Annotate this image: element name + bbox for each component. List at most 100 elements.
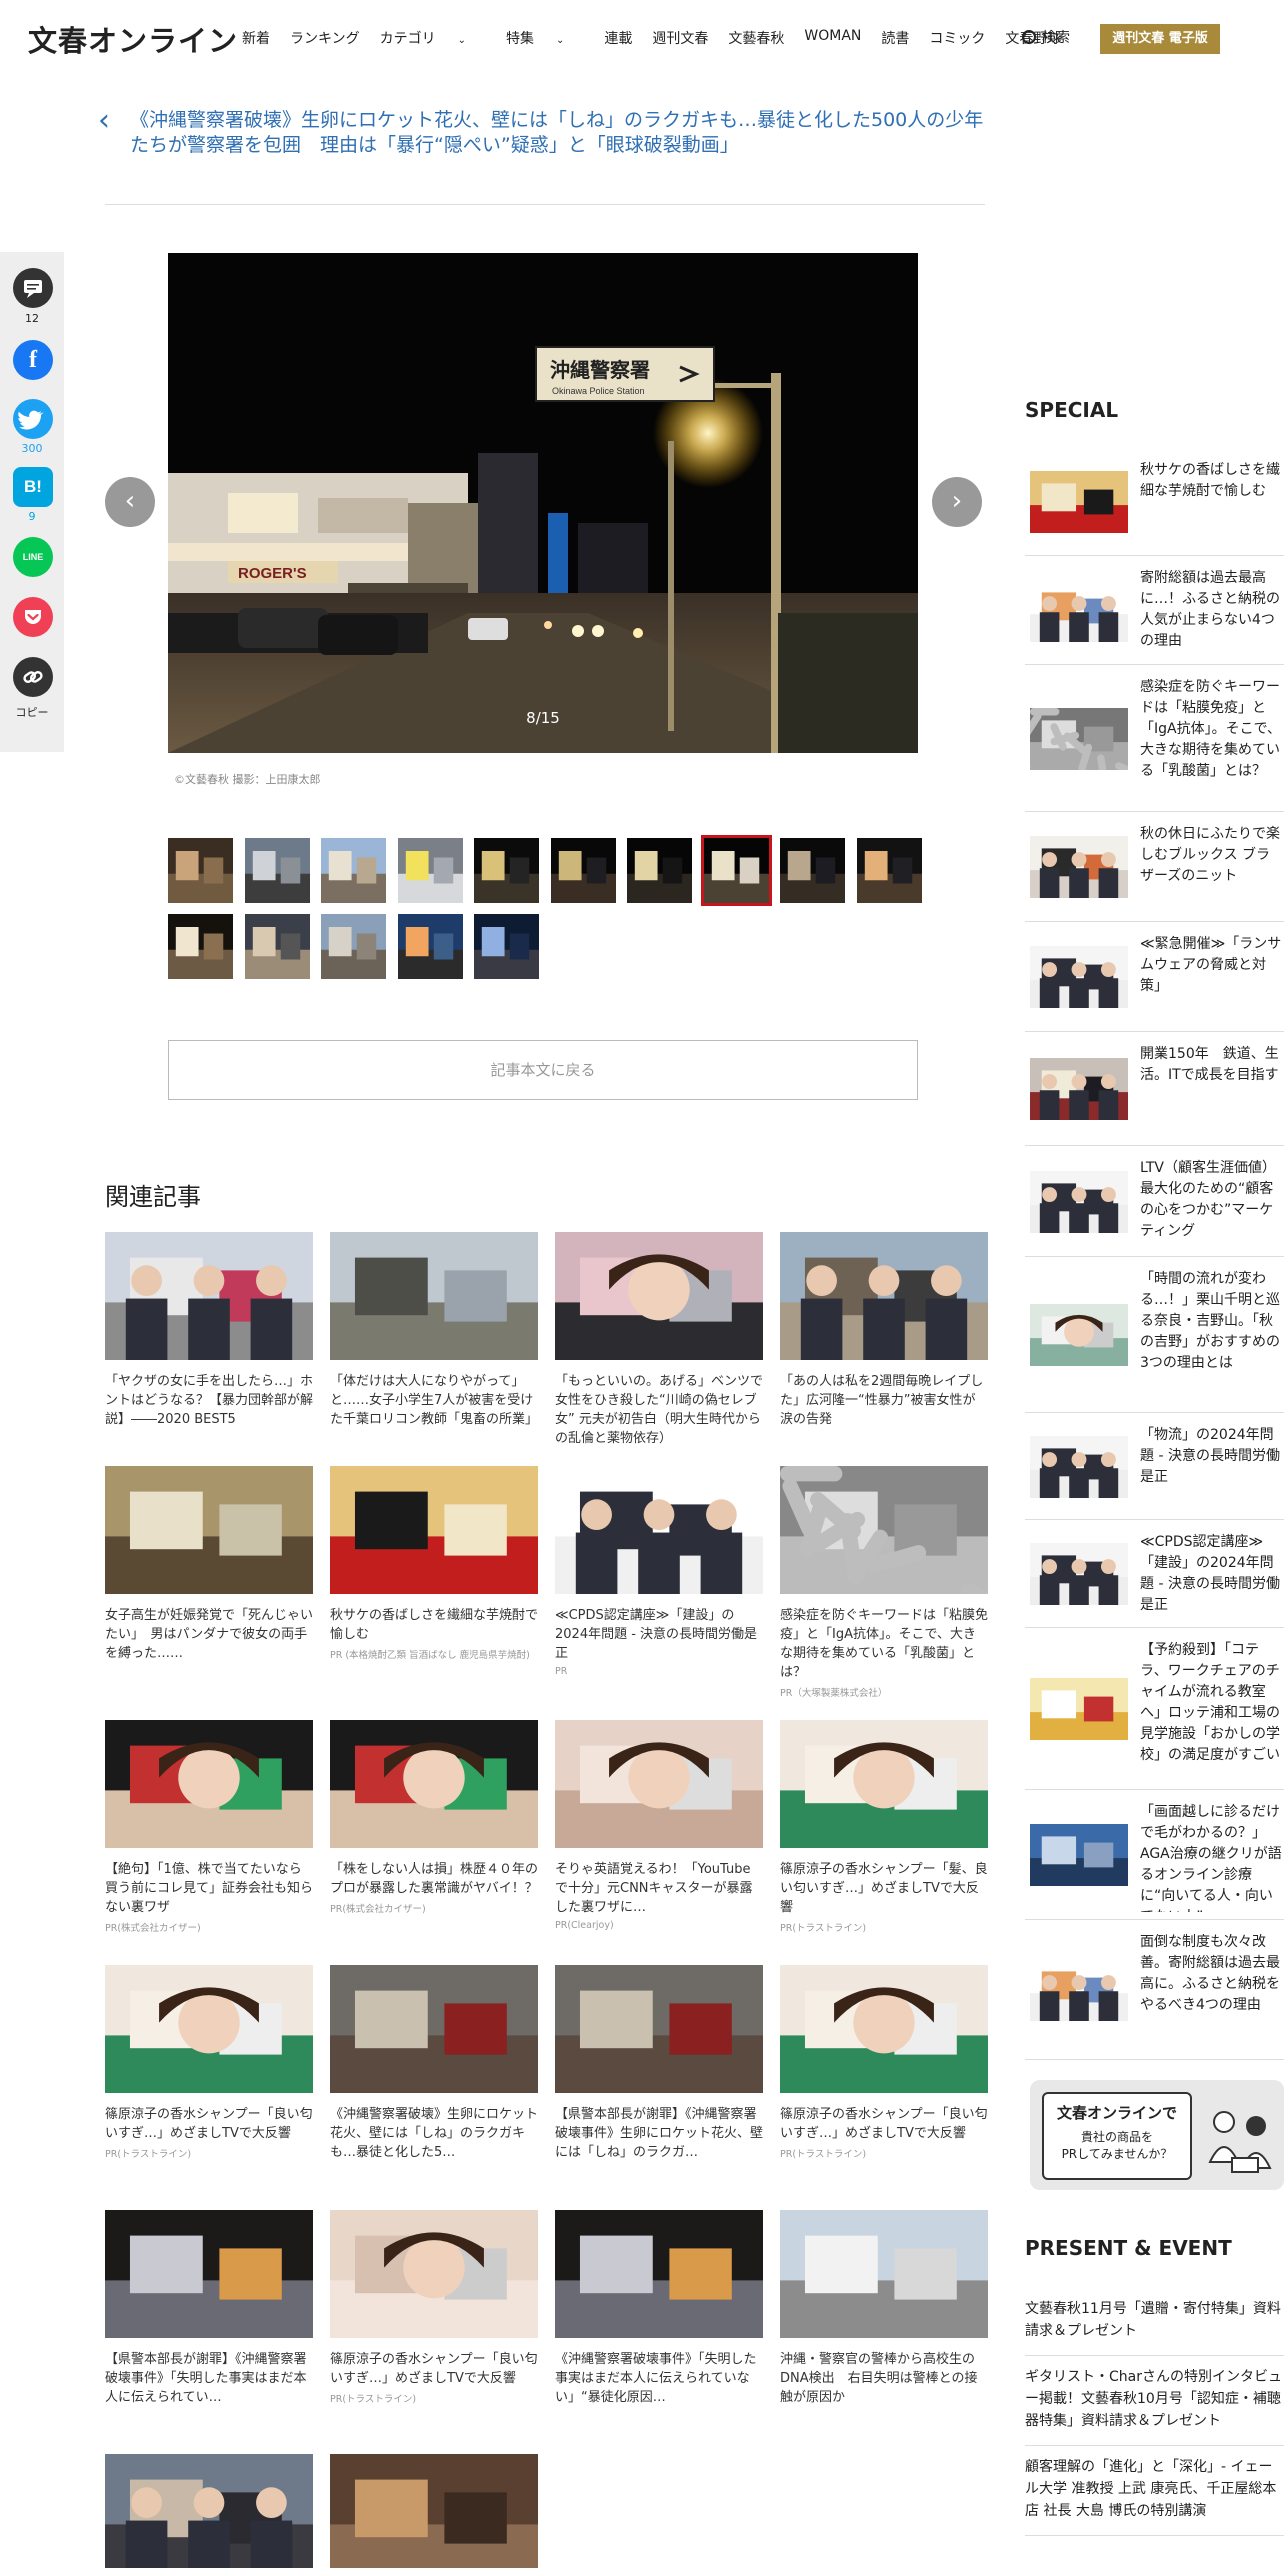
gallery-thumbnail[interactable]	[397, 838, 463, 903]
related-article-title[interactable]: 【県警本部長が謝罪】《沖縄警察署破壊事件》生卵にロケット花火、壁には「しね」のラ…	[555, 2105, 763, 2162]
related-article-thumbnail[interactable]	[105, 1466, 313, 1594]
related-article-card[interactable]: 「あの人は私を2週間毎晩レイプした」広河隆一“性暴力”被害女性が涙の告発	[780, 1232, 988, 1432]
special-item[interactable]: 開業150年 鉄道、生活。ITで成長を目指す	[1025, 1032, 1284, 1146]
nav-item-feature[interactable]: 特集 ⌄	[506, 28, 584, 48]
related-article-title[interactable]: 「株をしない人は損」株歴４０年のプロが暴露した裏常識がヤバイ！？	[330, 1860, 538, 1898]
related-article-thumbnail[interactable]	[780, 1466, 988, 1594]
related-article-card[interactable]: 「ヤクザの女に手を出したら…」ホントはどうなる？【暴力団幹部が解説】――2020…	[105, 1232, 313, 1432]
related-article-title[interactable]: 【県警本部長が謝罪】《沖縄警察署破壊事件》「失明した事実はまだ本人に伝えられてい…	[105, 2350, 313, 2407]
related-article-card[interactable]: 《沖縄警察署破壊》生卵にロケット花火、壁には「しね」のラクガキも…暴徒と化した5…	[330, 1965, 538, 2165]
facebook-share-button[interactable]: f	[13, 340, 53, 380]
related-article-card[interactable]: 秋サケの香ばしさを繊細な芋焼酎で愉しむ PR (本格焼酎乙類 旨酒ばなし 鹿児島県…	[330, 1466, 538, 1661]
copy-link-button[interactable]	[13, 657, 53, 697]
ebook-button[interactable]: 週刊文春 電子版	[1100, 24, 1220, 54]
related-article-card[interactable]: 篠原涼子の香水シャンプー「髪、良い匂いすぎ…」めざましTVで大反響 PR(トラスト…	[780, 1720, 988, 1934]
related-article-title[interactable]: 【絶句】「1億、株で当てたいなら買う前にコレ見て」証券会社も知らない裏ワザ	[105, 1860, 313, 1917]
related-article-thumbnail[interactable]	[330, 1466, 538, 1594]
advertise-banner[interactable]: 文春オンラインで 貴社の商品を PRしてみませんか？	[1030, 2080, 1284, 2190]
nav-item-ranking[interactable]: ランキング	[290, 28, 360, 48]
related-article-card[interactable]: ≪CPDS認定講座≫「建設」の2024年問題 - 決意の長時間労働是正 PR	[555, 1466, 763, 1677]
related-article-thumbnail[interactable]	[330, 1720, 538, 1848]
gallery-prev-button[interactable]: ‹	[105, 477, 155, 527]
gallery-thumbnail[interactable]	[474, 838, 539, 903]
related-article-thumbnail[interactable]	[555, 1232, 763, 1360]
gallery-thumbnail[interactable]	[700, 835, 772, 906]
gallery-main-image[interactable]: ROGER'S 沖縄警察署 Okinawa Police Station 8/1…	[168, 253, 918, 753]
related-article-title[interactable]: 「あの人は私を2週間毎晩レイプした」広河隆一“性暴力”被害女性が涙の告発	[780, 1372, 988, 1429]
special-item[interactable]: 「物流」の2024年問題 - 決意の長時間労働是正	[1025, 1413, 1284, 1520]
gallery-thumbnail[interactable]	[550, 838, 616, 903]
related-article-title[interactable]: 篠原涼子の香水シャンプー「良い匂いすぎ…」めざましTVで大反響	[330, 2350, 538, 2388]
related-article-title[interactable]: 秋サケの香ばしさを繊細な芋焼酎で愉しむ	[330, 1606, 538, 1644]
special-item[interactable]: LTV（顧客生涯価値）最大化のための“顧客の心をつかむ”マーケティング	[1025, 1146, 1284, 1257]
related-article-thumbnail[interactable]	[780, 2210, 988, 2338]
related-article-thumbnail[interactable]	[780, 1232, 988, 1360]
related-article-thumbnail[interactable]	[780, 1965, 988, 2093]
related-article-card[interactable]: 篠原涼子の香水シャンプー「良い匂いすぎ…」めざましTVで大反響 PR(トラストライ…	[105, 1965, 313, 2160]
related-article-card[interactable]: 【県警本部長が謝罪】《沖縄警察署破壊事件》生卵にロケット花火、壁には「しね」のラ…	[555, 1965, 763, 2165]
related-article-thumbnail[interactable]	[780, 1720, 988, 1848]
related-article-thumbnail[interactable]	[555, 1720, 763, 1848]
related-article-thumbnail[interactable]	[555, 2210, 763, 2338]
related-article-thumbnail[interactable]	[105, 2454, 313, 2568]
related-article-card[interactable]: 女子高生が妊娠発覚で「死んじゃいたい」 男はパンダナで彼女の両手を縛った……	[105, 1466, 313, 1666]
related-article-thumbnail[interactable]	[105, 1232, 313, 1360]
special-item[interactable]: 「画面越しに診るだけで毛がわかるの？」AGA治療の継クリが語るオンライン診療に“…	[1025, 1790, 1284, 1920]
related-article-card[interactable]: 【県警本部長が謝罪】《沖縄警察署破壊事件》「失明した事実はまだ本人に伝えられてい…	[105, 2210, 313, 2410]
related-article-title[interactable]: 《沖縄警察署破壊》生卵にロケット花火、壁には「しね」のラクガキも…暴徒と化した5…	[330, 2105, 538, 2162]
nav-item-books[interactable]: 読書	[881, 28, 909, 48]
present-event-item[interactable]: 文藝春秋11月号「遺贈・寄付特集」資料請求＆プレゼント	[1025, 2288, 1284, 2356]
related-article-card[interactable]: 「株をしない人は損」株歴４０年のプロが暴露した裏常識がヤバイ！？ PR(株式会社カ…	[330, 1720, 538, 1915]
related-article-title[interactable]: 「もっといいの。あげる」ベンツで女性をひき殺した“川崎の偽セレブ女” 元夫が初告…	[555, 1372, 763, 1448]
related-article-card[interactable]: 【絶句】「1億、株で当てたいなら買う前にコレ見て」証券会社も知らない裏ワザ PR(…	[105, 1720, 313, 1934]
special-item[interactable]: ≪CPDS認定講座≫「建設」の2024年問題 - 決意の長時間労働是正	[1025, 1520, 1284, 1628]
related-article-card[interactable]	[330, 2454, 538, 2568]
pocket-button[interactable]	[13, 597, 53, 637]
related-article-card[interactable]: 沖縄・警察官の警棒から高校生のDNA検出 右目失明は警棒との接触が原因か	[780, 2210, 988, 2410]
related-article-title[interactable]: 篠原涼子の香水シャンプー「良い匂いすぎ…」めざましTVで大反響	[780, 2105, 988, 2143]
related-article-title[interactable]: 「ヤクザの女に手を出したら…」ホントはどうなる？【暴力団幹部が解説】――2020…	[105, 1372, 313, 1429]
related-article-thumbnail[interactable]	[555, 1466, 763, 1594]
hatena-bookmark-button[interactable]: B!	[13, 467, 53, 507]
gallery-thumbnail[interactable]	[321, 838, 386, 903]
related-article-card[interactable]: 「もっといいの。あげる」ベンツで女性をひき殺した“川崎の偽セレブ女” 元夫が初告…	[555, 1232, 763, 1451]
nav-item-comic[interactable]: コミック	[929, 28, 985, 48]
related-article-card[interactable]: 篠原涼子の香水シャンプー「良い匂いすぎ…」めざましTVで大反響 PR(トラストライ…	[780, 1965, 988, 2160]
gallery-thumbnail[interactable]	[780, 838, 845, 903]
gallery-thumbnail[interactable]	[168, 838, 233, 903]
special-item[interactable]: 寄附総額は過去最高に…！ふるさと納税の人気が止まらない4つの理由	[1025, 556, 1284, 665]
gallery-thumbnail[interactable]	[474, 914, 539, 979]
special-item[interactable]: 【予約殺到】「コテラ、ワークチェアのチャイムが流れる教室へ」ロッテ浦和工場の見学…	[1025, 1628, 1284, 1790]
related-article-thumbnail[interactable]	[330, 1965, 538, 2093]
nav-item-bungeishunju[interactable]: 文藝春秋	[728, 28, 784, 48]
gallery-thumbnail[interactable]	[856, 838, 922, 903]
related-article-card[interactable]: 「体だけは大人になりやがって」と……女子小学生7人が被害を受けた千葉ロリコン教師…	[330, 1232, 538, 1432]
special-item[interactable]: 秋の休日にふたりで楽しむブルックス ブラザーズのニット	[1025, 812, 1284, 922]
nav-item-new[interactable]: 新着	[242, 28, 270, 48]
related-article-card[interactable]: そりゃ英語覚えるわ！「YouTubeで十分」元CNNキャスターが暴露した裏ワザに…	[555, 1720, 763, 1931]
search-button[interactable]: 検索	[1022, 27, 1070, 47]
related-article-card[interactable]: 篠原涼子の香水シャンプー「良い匂いすぎ…」めざましTVで大反響 PR(トラストライ…	[330, 2210, 538, 2405]
related-article-card[interactable]: 感染症を防ぐキーワードは「粘膜免疫」と「IgA抗体」。そこで、大きな期待を集めて…	[780, 1466, 988, 1699]
gallery-thumbnail[interactable]	[244, 914, 310, 979]
related-article-title[interactable]: 篠原涼子の香水シャンプー「髪、良い匂いすぎ…」めざましTVで大反響	[780, 1860, 988, 1917]
related-article-title[interactable]: 「体だけは大人になりやがって」と……女子小学生7人が被害を受けた千葉ロリコン教師…	[330, 1372, 538, 1429]
present-event-item[interactable]: 顧客理解の「進化」と「深化」- イェール大学 准教授 上武 康亮氏、千正屋総本店…	[1025, 2446, 1284, 2536]
related-article-title[interactable]: ≪CPDS認定講座≫「建設」の2024年問題 - 決意の長時間労働是正	[555, 1606, 763, 1663]
gallery-thumbnail[interactable]	[244, 838, 310, 903]
related-article-thumbnail[interactable]	[555, 1965, 763, 2093]
present-event-item[interactable]: ギタリスト・Charさんの特別インタビュー掲載！文藝春秋10月号「認知症・補聴器…	[1025, 2356, 1284, 2446]
related-article-thumbnail[interactable]	[105, 2210, 313, 2338]
gallery-next-button[interactable]: ›	[932, 477, 982, 527]
related-article-thumbnail[interactable]	[330, 2454, 538, 2568]
gallery-thumbnail[interactable]	[627, 838, 692, 903]
comment-button[interactable]	[13, 268, 53, 308]
related-article-title[interactable]: 《沖縄警察署破壊事件》「失明した事実はまだ本人に伝えられていない」“暴徒化原因…	[555, 2350, 763, 2407]
special-item[interactable]: 感染症を防ぐキーワードは「粘膜免疫」と「IgA抗体」。そこで、大きな期待を集めて…	[1025, 665, 1284, 812]
related-article-card[interactable]: 《沖縄警察署破壊事件》「失明した事実はまだ本人に伝えられていない」“暴徒化原因…	[555, 2210, 763, 2410]
related-article-title[interactable]: そりゃ英語覚えるわ！「YouTubeで十分」元CNNキャスターが暴露した裏ワザに…	[555, 1860, 763, 1917]
related-article-thumbnail[interactable]	[105, 1720, 313, 1848]
related-article-title[interactable]: 篠原涼子の香水シャンプー「良い匂いすぎ…」めざましTVで大反響	[105, 2105, 313, 2143]
nav-item-series[interactable]: 連載	[604, 28, 632, 48]
special-item[interactable]: 「時間の流れが変わる…！」栗山千明と巡る奈良・吉野山。「秋の吉野」がおすすめの3…	[1025, 1257, 1284, 1413]
